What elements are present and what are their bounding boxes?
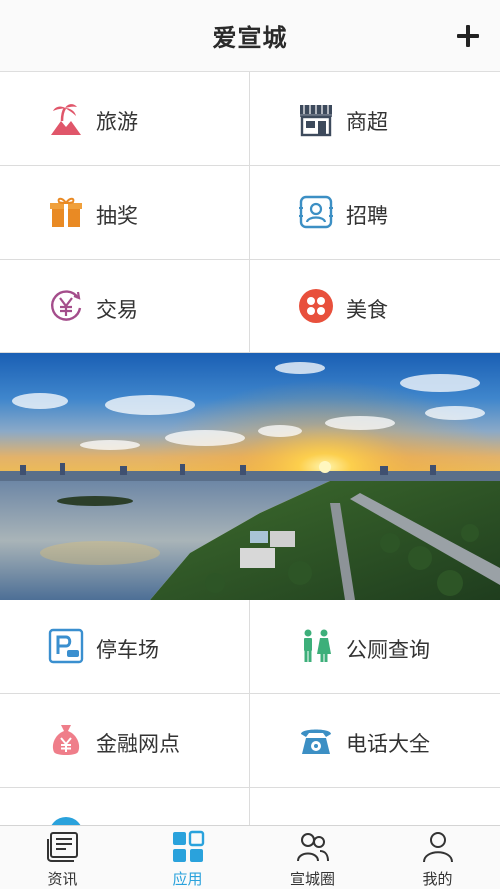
telephone-icon <box>301 729 331 754</box>
tab-label: 我的 <box>422 870 453 888</box>
parking-icon <box>48 628 84 664</box>
grid-item-parking[interactable]: 停车场 <box>0 600 250 694</box>
grid-item-supermarket[interactable]: 商超 <box>250 72 500 166</box>
yen-exchange-icon <box>51 290 82 321</box>
top-nav-bar: 爱宣城 <box>0 0 500 72</box>
restroom-icon <box>304 629 331 662</box>
tab-label: 资讯 <box>47 870 78 888</box>
grid-item-food[interactable]: 美食 <box>250 260 500 353</box>
money-bag-icon <box>52 725 80 755</box>
grid-item-restroom[interactable]: 公厕查询 <box>250 600 500 694</box>
app-grid-bottom: 停车场 公厕查询 金融网点 电话大全 <box>0 600 500 851</box>
grid-item-label: 交易 <box>96 298 138 322</box>
grid-item-label: 抽奖 <box>96 204 138 228</box>
id-badge-icon <box>299 195 333 229</box>
grid-item-label: 电话大全 <box>346 732 430 756</box>
grid-item-label: 公厕查询 <box>346 638 430 662</box>
food-dots-icon <box>299 289 333 323</box>
storefront-icon <box>300 105 332 137</box>
gift-icon <box>50 197 82 227</box>
grid-item-phone-directory[interactable]: 电话大全 <box>250 694 500 788</box>
grid-item-bank-outlets[interactable]: 金融网点 <box>0 694 250 788</box>
tab-label: 应用 <box>172 870 203 888</box>
people-icon <box>297 833 329 862</box>
tab-news[interactable]: 资讯 <box>0 826 125 890</box>
tab-mine[interactable]: 我的 <box>375 826 500 890</box>
grid-item-label: 美食 <box>346 298 388 322</box>
grid-item-lottery[interactable]: 抽奖 <box>0 166 250 260</box>
tab-label: 宣城圈 <box>289 870 335 888</box>
grid-item-label: 金融网点 <box>96 732 180 756</box>
grid-item-label: 商超 <box>346 110 388 134</box>
beach-palm-icon <box>51 104 81 135</box>
tab-apps[interactable]: 应用 <box>125 826 250 890</box>
plus-icon[interactable] <box>450 18 486 54</box>
bottom-tab-bar: 资讯 应用 宣城圈 我的 <box>0 825 500 889</box>
tab-xuancheng-circle[interactable]: 宣城圈 <box>250 826 375 890</box>
page-title: 爱宣城 <box>212 24 288 52</box>
grid-item-label: 停车场 <box>96 638 159 662</box>
grid-item-label: 招聘 <box>346 204 388 228</box>
banner-image[interactable] <box>0 353 500 600</box>
grid-item-recruitment[interactable]: 招聘 <box>250 166 500 260</box>
app-grid-top: 旅游 商超 抽奖 招聘 交易 美食 <box>0 72 500 353</box>
news-icon <box>47 832 78 862</box>
sunset-lake-photo <box>0 353 500 600</box>
user-icon <box>423 832 453 863</box>
grid-item-trade[interactable]: 交易 <box>0 260 250 353</box>
grid-item-label: 旅游 <box>96 110 138 134</box>
apps-grid-icon <box>173 830 205 862</box>
grid-item-travel[interactable]: 旅游 <box>0 72 250 166</box>
